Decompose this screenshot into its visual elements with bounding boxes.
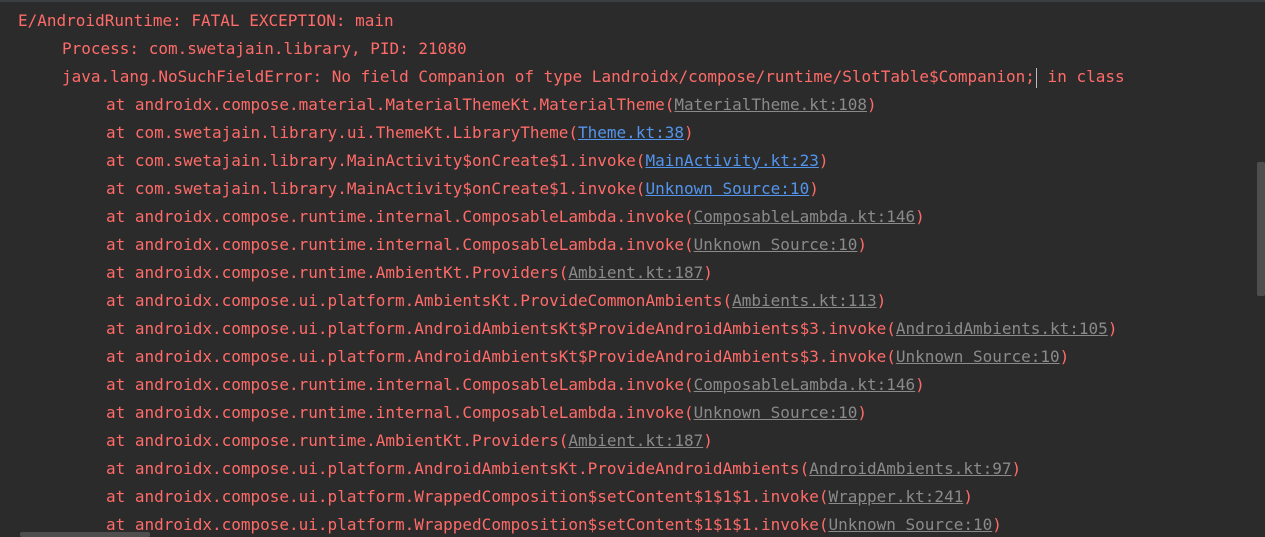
stack-frame-method: at androidx.compose.runtime.internal.Com…: [106, 403, 694, 422]
close-paren: ): [857, 235, 868, 254]
log-exception-line: java.lang.NoSuchFieldError: No field Com…: [0, 63, 1125, 91]
source-link[interactable]: AndroidAmbients.kt:105: [896, 319, 1108, 338]
close-paren: ): [1011, 459, 1022, 478]
stack-frame-line: at androidx.compose.runtime.internal.Com…: [0, 231, 1125, 259]
close-paren: ): [963, 487, 973, 506]
stack-frame-method: at com.swetajain.library.MainActivity$on…: [106, 151, 646, 170]
stack-frame-line: at androidx.compose.runtime.AmbientKt.Pr…: [0, 427, 1125, 455]
stack-frame-line: at com.swetajain.library.ui.ThemeKt.Libr…: [0, 119, 1125, 147]
source-link[interactable]: Unknown Source:10: [694, 403, 858, 422]
stack-frame-method: at androidx.compose.ui.platform.AndroidA…: [106, 319, 896, 338]
stack-frame-line: at androidx.compose.runtime.internal.Com…: [0, 203, 1125, 231]
close-paren: ): [992, 515, 1002, 534]
source-link[interactable]: Theme.kt:38: [578, 123, 684, 142]
stack-frame-line: at androidx.compose.runtime.internal.Com…: [0, 371, 1125, 399]
source-link[interactable]: Unknown Source:10: [896, 347, 1060, 366]
vertical-scrollbar-thumb[interactable]: [1257, 162, 1265, 296]
source-link[interactable]: MaterialTheme.kt:108: [674, 95, 867, 114]
panel-top-border: [0, 0, 1265, 2]
source-link[interactable]: ComposableLambda.kt:146: [694, 207, 916, 226]
log-output[interactable]: E/AndroidRuntime: FATAL EXCEPTION: main …: [0, 7, 1125, 537]
log-process-line: Process: com.swetajain.library, PID: 210…: [0, 35, 1125, 63]
stack-frame-line: at androidx.compose.ui.platform.AndroidA…: [0, 343, 1125, 371]
stack-frames: at androidx.compose.material.MaterialThe…: [0, 91, 1125, 537]
stack-frame-method: at androidx.compose.ui.platform.WrappedC…: [106, 515, 829, 534]
close-paren: ): [1059, 347, 1070, 366]
close-paren: ): [867, 95, 877, 114]
stack-frame-line: at androidx.compose.runtime.AmbientKt.Pr…: [0, 259, 1125, 287]
stack-frame-method: at androidx.compose.runtime.internal.Com…: [106, 207, 694, 226]
close-paren: ): [703, 431, 713, 450]
stack-frame-method: at androidx.compose.ui.platform.AndroidA…: [106, 459, 810, 478]
logcat-console[interactable]: E/AndroidRuntime: FATAL EXCEPTION: main …: [0, 0, 1265, 537]
stack-frame-line: at androidx.compose.material.MaterialThe…: [0, 91, 1125, 119]
stack-frame-method: at androidx.compose.runtime.internal.Com…: [106, 235, 694, 254]
source-link[interactable]: Unknown Source:10: [645, 179, 809, 198]
close-paren: ): [818, 151, 829, 170]
stack-frame-line: at androidx.compose.ui.platform.Ambients…: [0, 287, 1125, 315]
source-link[interactable]: Unknown Source:10: [694, 235, 858, 254]
close-paren: ): [683, 123, 694, 142]
source-link[interactable]: AndroidAmbients.kt:97: [809, 459, 1011, 478]
log-exception: java.lang.NoSuchFieldError: No field Com…: [62, 67, 1035, 86]
close-paren: ): [876, 291, 887, 310]
stack-frame-line: at com.swetajain.library.MainActivity$on…: [0, 175, 1125, 203]
stack-frame-method: at androidx.compose.runtime.AmbientKt.Pr…: [106, 431, 569, 450]
close-paren: ): [915, 375, 925, 394]
stack-frame-method: at com.swetajain.library.ui.ThemeKt.Libr…: [106, 123, 579, 142]
stack-frame-method: at androidx.compose.runtime.internal.Com…: [106, 375, 694, 394]
stack-frame-line: at androidx.compose.runtime.internal.Com…: [0, 399, 1125, 427]
text-caret: [1035, 67, 1037, 88]
stack-frame-line: at com.swetajain.library.MainActivity$on…: [0, 147, 1125, 175]
stack-frame-method: at androidx.compose.ui.platform.AndroidA…: [106, 347, 896, 366]
stack-frame-method: at androidx.compose.material.MaterialThe…: [106, 95, 675, 114]
source-link[interactable]: Ambient.kt:187: [568, 263, 703, 282]
log-process: Process: com.swetajain.library, PID: 210…: [62, 39, 467, 58]
close-paren: ): [703, 263, 713, 282]
source-link[interactable]: Unknown Source:10: [828, 515, 992, 534]
close-paren: ): [915, 207, 925, 226]
stack-frame-line: at androidx.compose.ui.platform.AndroidA…: [0, 315, 1125, 343]
stack-frame-line: at androidx.compose.ui.platform.WrappedC…: [0, 483, 1125, 511]
stack-frame-method: at androidx.compose.ui.platform.WrappedC…: [106, 487, 829, 506]
horizontal-scrollbar-thumb[interactable]: [20, 532, 150, 537]
log-exception-tail: in class: [1037, 67, 1125, 86]
source-link[interactable]: MainActivity.kt:23: [645, 151, 818, 170]
source-link[interactable]: Ambients.kt:113: [732, 291, 877, 310]
close-paren: ): [1107, 319, 1118, 338]
source-link[interactable]: ComposableLambda.kt:146: [694, 375, 916, 394]
stack-frame-method: at androidx.compose.runtime.AmbientKt.Pr…: [106, 263, 569, 282]
close-paren: ): [857, 403, 868, 422]
log-header-line: E/AndroidRuntime: FATAL EXCEPTION: main: [0, 7, 1125, 35]
stack-frame-line: at androidx.compose.ui.platform.AndroidA…: [0, 455, 1125, 483]
source-link[interactable]: Ambient.kt:187: [568, 431, 703, 450]
source-link[interactable]: Wrapper.kt:241: [828, 487, 963, 506]
close-paren: ): [809, 179, 819, 198]
stack-frame-method: at androidx.compose.ui.platform.Ambients…: [106, 291, 733, 310]
stack-frame-line: at androidx.compose.ui.platform.WrappedC…: [0, 511, 1125, 537]
log-header: E/AndroidRuntime: FATAL EXCEPTION: main: [18, 11, 394, 30]
stack-frame-method: at com.swetajain.library.MainActivity$on…: [106, 179, 646, 198]
